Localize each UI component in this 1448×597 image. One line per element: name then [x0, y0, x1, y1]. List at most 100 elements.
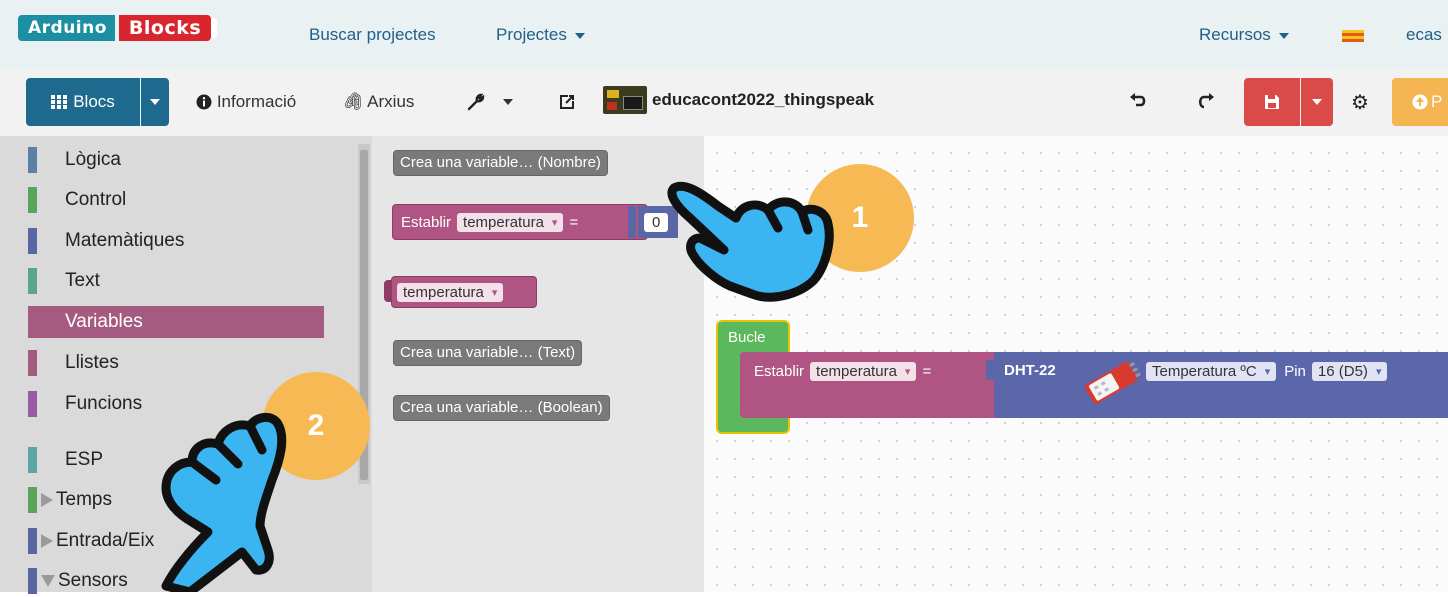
sidebar-item-label: Sensors [58, 570, 128, 591]
sidebar-item-label: Llistes [65, 352, 119, 373]
set-block-label: Establir [754, 363, 805, 380]
logo-arduino-text: Arduino [18, 15, 115, 41]
category-color-bar [28, 147, 37, 173]
blocs-dropdown-toggle[interactable] [141, 78, 169, 126]
user-menu[interactable]: ecas [1406, 25, 1442, 45]
save-button[interactable] [1244, 78, 1300, 126]
files-button[interactable]: 🖇 Arxius [330, 78, 426, 126]
save-icon [1265, 95, 1279, 109]
sidebar-item-label: Control [65, 189, 127, 210]
variable-name: temperatura [403, 283, 484, 301]
info-label: Informació [216, 92, 297, 111]
chevron-down-icon [1278, 32, 1289, 39]
nav-search-projects-link[interactable]: Buscar projectes [309, 25, 436, 45]
category-color-bar [28, 350, 37, 376]
save-dropdown-toggle[interactable] [1301, 78, 1333, 126]
sidebar-item-variables[interactable]: Variables [28, 306, 324, 338]
create-number-variable-button[interactable]: Crea una variable… (Nombre) [393, 150, 608, 176]
undo-icon [1130, 93, 1146, 107]
sidebar-item-l-gica[interactable]: Lògica [28, 144, 324, 176]
sidebar-item-label: Matemàtiques [65, 230, 185, 251]
dht22-sensor-icon [1084, 361, 1141, 405]
undo-button[interactable] [1116, 78, 1160, 126]
chevron-down-icon [150, 99, 160, 105]
files-label: Arxius [367, 92, 415, 111]
sensor-config-row: Temperatura ºC ▾ Pin 16 (D5) ▾ [1146, 362, 1388, 381]
measure-dropdown[interactable]: Temperatura ºC ▾ [1146, 362, 1277, 381]
sidebar-item-llistes[interactable]: Llistes [28, 347, 324, 379]
publish-label: P [1431, 92, 1443, 111]
blocs-label: Blocs [73, 92, 115, 111]
dropdown-arrow-icon: ▾ [1375, 366, 1382, 378]
category-color-bar [28, 568, 37, 594]
category-color-bar [28, 447, 37, 473]
loop-label: Bucle [728, 329, 766, 346]
category-color-bar [28, 228, 37, 254]
sidebar-item-label: Temps [56, 489, 112, 510]
settings-button[interactable]: ⚙ [1340, 78, 1380, 126]
dropdown-arrow-icon: ▾ [551, 216, 558, 229]
arduinoblocks-logo[interactable]: Arduino Blocks [18, 14, 218, 42]
chevron-down-icon [1312, 99, 1322, 105]
sensor-label: DHT-22 [1004, 362, 1056, 379]
board-thumbnail-icon [603, 86, 647, 114]
puzzle-grid-icon [51, 95, 68, 109]
blocs-view-button[interactable]: Blocs [26, 78, 140, 126]
caret-right-icon [41, 534, 53, 548]
block-connector [628, 206, 636, 238]
language-flag-icon[interactable] [1342, 30, 1364, 42]
variable-name: temperatura [463, 213, 544, 231]
caret-right-icon [41, 493, 53, 507]
category-color-bar [28, 268, 37, 294]
nav-projects-menu[interactable]: Projectes [496, 25, 585, 45]
info-button[interactable]: Informació [180, 78, 312, 126]
redo-icon [1198, 93, 1214, 109]
set-block-label: Establir [401, 213, 452, 231]
share-icon [560, 95, 574, 109]
dropdown-arrow-icon: ▾ [1264, 366, 1271, 378]
block-connector [986, 360, 994, 380]
create-boolean-variable-button[interactable]: Crea una variable… (Boolean) [393, 395, 610, 421]
gear-icon: ⚙ [1351, 91, 1369, 114]
pin-dropdown[interactable]: 16 (D5) ▾ [1311, 362, 1388, 381]
pin-label: Pin [1284, 363, 1306, 380]
nav-resources-menu[interactable]: Recursos [1199, 25, 1289, 45]
category-color-bar [28, 487, 37, 513]
create-text-variable-button[interactable]: Crea una variable… (Text) [393, 340, 583, 366]
set-variable-block[interactable]: Establir temperatura ▾ = [392, 204, 648, 240]
tools-menu-button[interactable] [446, 78, 534, 126]
variable-dropdown[interactable]: temperatura ▾ [810, 362, 917, 381]
dropdown-arrow-icon: ▾ [491, 286, 498, 299]
variable-dropdown[interactable]: temperatura ▾ [397, 282, 504, 302]
variable-dropdown[interactable]: temperatura ▾ [457, 212, 564, 232]
sidebar-item-label: Lògica [65, 149, 121, 170]
info-icon [196, 94, 212, 110]
nav-resources-label: Recursos [1199, 25, 1271, 44]
set-block-row: Establir temperatura ▾ = [754, 362, 931, 381]
publish-button[interactable]: P [1392, 78, 1448, 126]
sidebar-item-text[interactable]: Text [28, 265, 324, 297]
share-button[interactable] [550, 78, 584, 126]
pointing-hand-icon [667, 181, 834, 302]
variable-name: temperatura [816, 363, 897, 380]
sidebar-item-control[interactable]: Control [28, 184, 324, 216]
dropdown-arrow-icon: ▾ [904, 366, 911, 378]
logo-blocks-text: Blocks [118, 15, 212, 41]
sidebar-item-label: ESP [65, 449, 104, 470]
category-color-bar [28, 309, 37, 335]
equals-sign: = [569, 213, 579, 231]
upload-circle-icon [1412, 94, 1428, 110]
sidebar-item-label: Text [65, 270, 100, 291]
get-variable-block[interactable]: temperatura ▾ [391, 276, 537, 308]
wrench-icon [467, 93, 485, 111]
logo-notch [211, 18, 218, 38]
project-name[interactable]: educacont2022_thingspeak [652, 90, 874, 110]
equals-sign: = [922, 363, 932, 380]
redo-button[interactable] [1184, 78, 1228, 126]
category-color-bar [28, 528, 37, 554]
paperclip-icon: 🖇 [341, 92, 364, 111]
sidebar-item-matem-tiques[interactable]: Matemàtiques [28, 225, 324, 257]
chevron-down-icon [574, 32, 585, 39]
caret-down-icon [41, 575, 55, 587]
pointing-hand-icon [161, 413, 287, 592]
